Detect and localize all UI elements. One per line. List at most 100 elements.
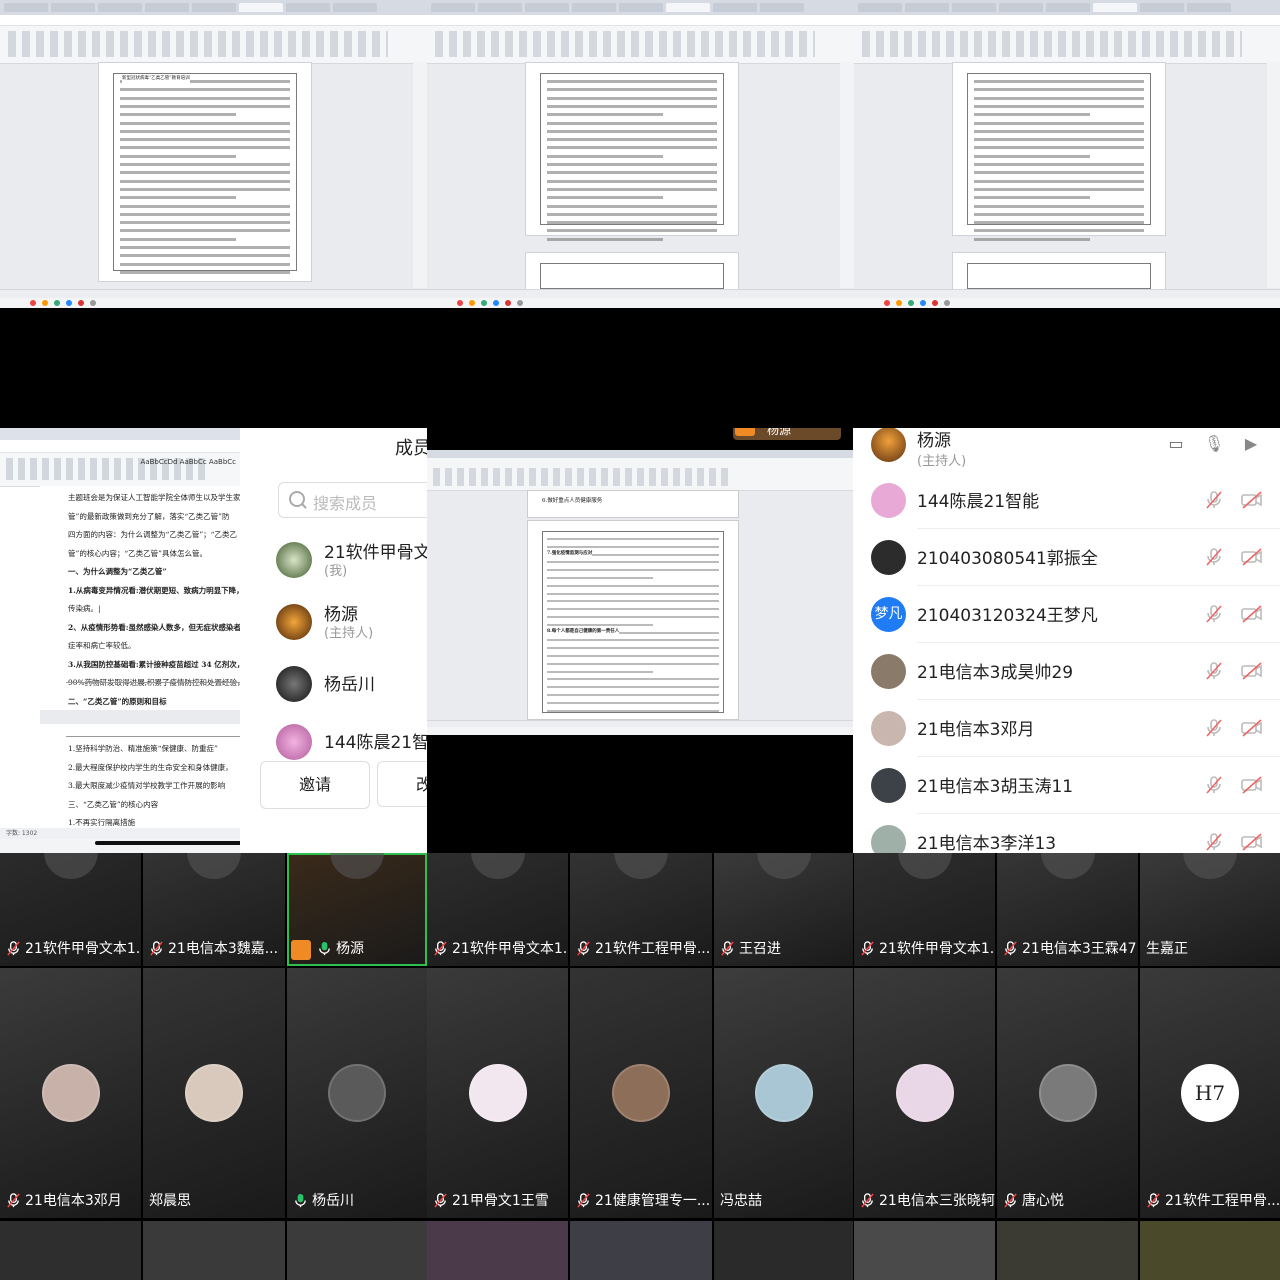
avatar: H7 [1181,1064,1239,1122]
member-row[interactable]: 21电信本3成昊帅29 [853,643,1280,700]
word-screenshot-3 [854,0,1280,308]
member-item[interactable]: 杨岳川 [276,660,427,710]
doc-line [547,639,719,642]
doc-line [974,146,1144,150]
doc-line [974,196,1090,200]
video-tile[interactable]: H7 21软件工程甲骨... [1140,968,1280,1218]
camera-off-icon[interactable]: ▶ [1241,434,1261,454]
video-tile[interactable] [714,1221,853,1280]
mic-icon[interactable]: 🎙 [1204,434,1224,454]
member-search-box[interactable]: 搜索成员 [278,482,427,518]
doc-line: 主题班会是为保证人工智能学院全体师生以及学生家 [68,493,240,502]
video-tile[interactable]: 21软件甲骨文本1... [0,853,141,966]
camera-off-icon[interactable] [1241,547,1262,567]
doc-line [547,229,717,233]
member-search-input[interactable]: 搜索成员 [313,490,377,514]
document-page[interactable]: 主题班会是为保证人工智能学院全体师生以及学生家 管”的最新政策做到充分了解，落实“… [40,486,240,828]
video-tile[interactable] [427,1221,568,1280]
video-tile[interactable]: 21电信本3魏嘉... [143,853,285,966]
video-tile[interactable]: 21软件甲骨文本1... [427,853,568,966]
doc-line [547,154,663,158]
member-row[interactable]: 21电信本3李洋13 [853,814,1280,853]
avatar [330,853,384,879]
doc-line [547,694,719,696]
mic-muted-icon[interactable] [1204,832,1224,852]
video-tile[interactable] [143,1221,285,1280]
camera-off-icon[interactable] [1241,661,1262,681]
member-item[interactable]: 21软件甲骨文 (我) [276,536,427,586]
video-tile[interactable]: 郑晨思 [143,968,285,1218]
mic-muted-icon[interactable] [1204,604,1224,624]
doc-line [974,154,1090,158]
camera-off-icon[interactable] [1241,718,1262,738]
member-row[interactable]: 21电信本3胡玉涛11 [853,757,1280,814]
video-tile[interactable]: 冯忠喆 [714,968,853,1218]
video-tile[interactable]: 杨源 [287,853,427,966]
doc-line: 90%药物研发取得进展,积累了疫情防控和处置经验， [68,674,240,693]
mic-muted-icon [7,940,20,956]
member-name: 144陈晨21智能 [917,492,1040,512]
avatar [1038,1064,1097,1122]
video-tile[interactable] [570,1221,712,1280]
member-item[interactable]: 杨源 (主持人) [276,598,427,648]
video-tile[interactable]: 王召进 [714,853,853,966]
doc-line [974,129,1144,133]
avatar [470,853,525,879]
camera-off-icon[interactable] [1241,490,1262,510]
video-tile[interactable] [287,1221,427,1280]
member-row[interactable]: 210403080541郭振全 [853,529,1280,586]
doc-line [120,88,290,92]
mic-muted-icon[interactable] [1204,661,1224,681]
camera-off-icon[interactable] [1241,832,1262,852]
video-tile[interactable]: 21电信本3邓月 [0,968,141,1218]
camera-off-icon[interactable] [1241,604,1262,624]
member-name: 21电信本3成昊帅29 [917,663,1074,683]
video-tile[interactable] [0,1221,141,1280]
video-tile[interactable]: 21电信本3王霖47 [997,853,1138,966]
video-tile[interactable]: 生嘉正 [1140,853,1280,966]
mic-muted-icon[interactable] [1204,490,1224,510]
doc-line [120,104,290,108]
document-page[interactable]: 7.强化疫情监测与应对 8.每个人都是自己健康的第一责任人 [527,520,739,720]
doc-line [120,138,290,142]
doc-line [547,670,653,673]
video-tile[interactable]: 21健康管理专一... [570,968,712,1218]
video-tile[interactable]: 21软件甲骨文本1... [854,853,995,966]
member-row[interactable]: 梦凡 210403120324王梦凡 [853,586,1280,643]
video-tile[interactable]: 21软件工程甲骨... [570,853,712,966]
mic-muted-icon[interactable] [1204,775,1224,795]
member-row[interactable]: 144陈晨21智能 [853,472,1280,529]
member-row-host[interactable]: 杨源 (主持人) ▭ 🎙 ▶ [853,428,1280,473]
video-tile[interactable]: 21电信本三张晓轲 [854,968,995,1218]
doc-line [120,254,290,258]
rename-button[interactable]: 改 [377,761,427,807]
doc-line [974,121,1144,125]
doc-line [974,96,1144,100]
doc-line [547,600,719,603]
avatar [871,428,906,462]
video-tile[interactable]: 杨岳川 [287,968,427,1218]
member-row[interactable]: 21电信本3邓月 [853,700,1280,757]
doc-line [120,204,290,208]
doc-line [547,686,719,689]
member-name: 21电信本3胡玉涛11 [917,777,1074,797]
video-tile[interactable]: 唐心悦 [997,968,1138,1218]
invite-button[interactable]: 邀请 [260,761,370,809]
style-preview[interactable]: AaBbCcDd AaBbCc AaBbCc [141,458,236,466]
video-tile[interactable] [854,1221,995,1280]
avatar [328,1064,386,1122]
mic-muted-icon[interactable] [1204,547,1224,567]
speaker-name: 杨源 [767,428,792,437]
doc-line [547,545,719,548]
mic-muted-icon[interactable] [1204,718,1224,738]
doc-line [120,129,290,133]
speaker-badge: 杨源 [733,428,841,440]
avatar [612,1064,670,1122]
share-screen-icon[interactable]: ▭ [1166,434,1186,454]
video-tile[interactable] [1140,1221,1280,1280]
doc-line [120,187,290,191]
video-tile[interactable]: 21甲骨文1王雪 [427,968,568,1218]
avatar-icon [291,940,311,960]
video-tile[interactable] [997,1221,1138,1280]
camera-off-icon[interactable] [1241,775,1262,795]
